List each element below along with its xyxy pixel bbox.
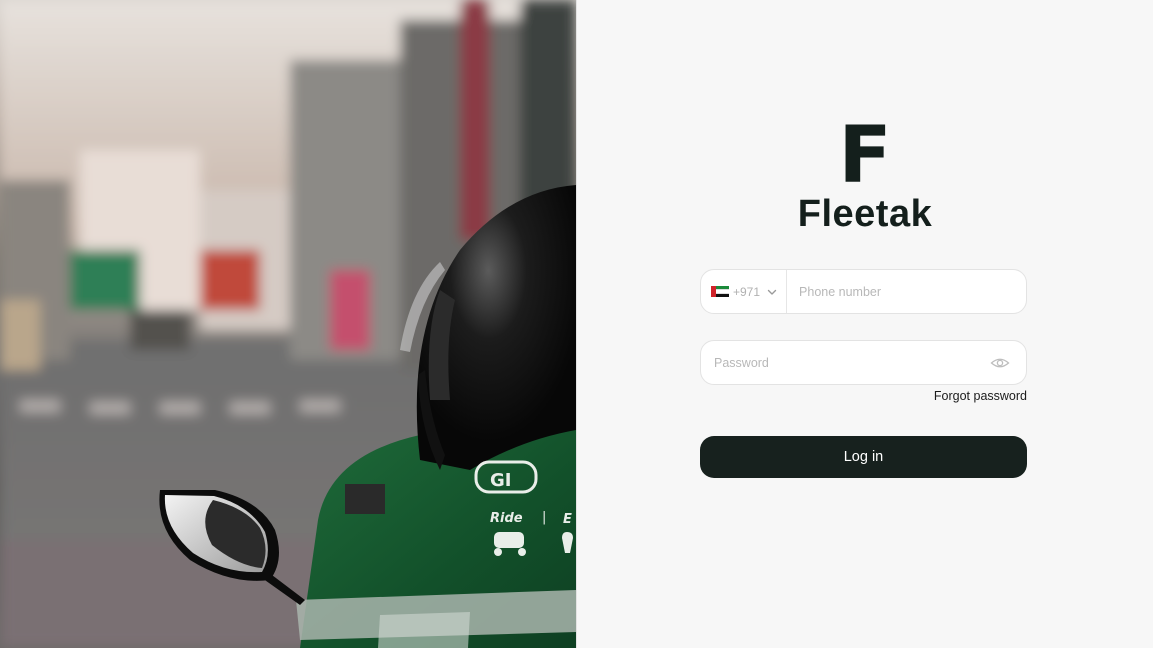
forgot-password-link[interactable]: Forgot password bbox=[934, 389, 1027, 403]
chevron-down-icon bbox=[767, 289, 777, 295]
login-button[interactable]: Log in bbox=[700, 436, 1027, 478]
jacket-text-divider: | bbox=[542, 510, 546, 525]
jacket-text-ride: Ride bbox=[490, 511, 523, 526]
password-input[interactable] bbox=[701, 340, 990, 385]
eye-icon[interactable] bbox=[990, 353, 1010, 373]
phone-field: +971 bbox=[700, 269, 1027, 314]
phone-number-input[interactable] bbox=[787, 269, 1026, 314]
jacket-text-partial: E bbox=[563, 512, 572, 527]
login-panel: F Fleetak +971 Forgot password bbox=[576, 0, 1153, 648]
country-code-select[interactable]: +971 bbox=[701, 270, 788, 313]
dial-code: +971 bbox=[733, 284, 761, 299]
password-field bbox=[700, 340, 1027, 385]
jacket-logo: GI bbox=[490, 470, 511, 491]
brand-name: Fleetak bbox=[797, 193, 933, 235]
login-page: GI Ride | E F Fleetak +971 Phone number … bbox=[0, 0, 1153, 648]
hero-image: GI Ride | E bbox=[0, 0, 576, 648]
hero-photo-illustration: GI Ride | E bbox=[0, 0, 576, 648]
brand-logo-mark: F bbox=[838, 111, 892, 201]
uae-flag-icon bbox=[711, 286, 729, 297]
